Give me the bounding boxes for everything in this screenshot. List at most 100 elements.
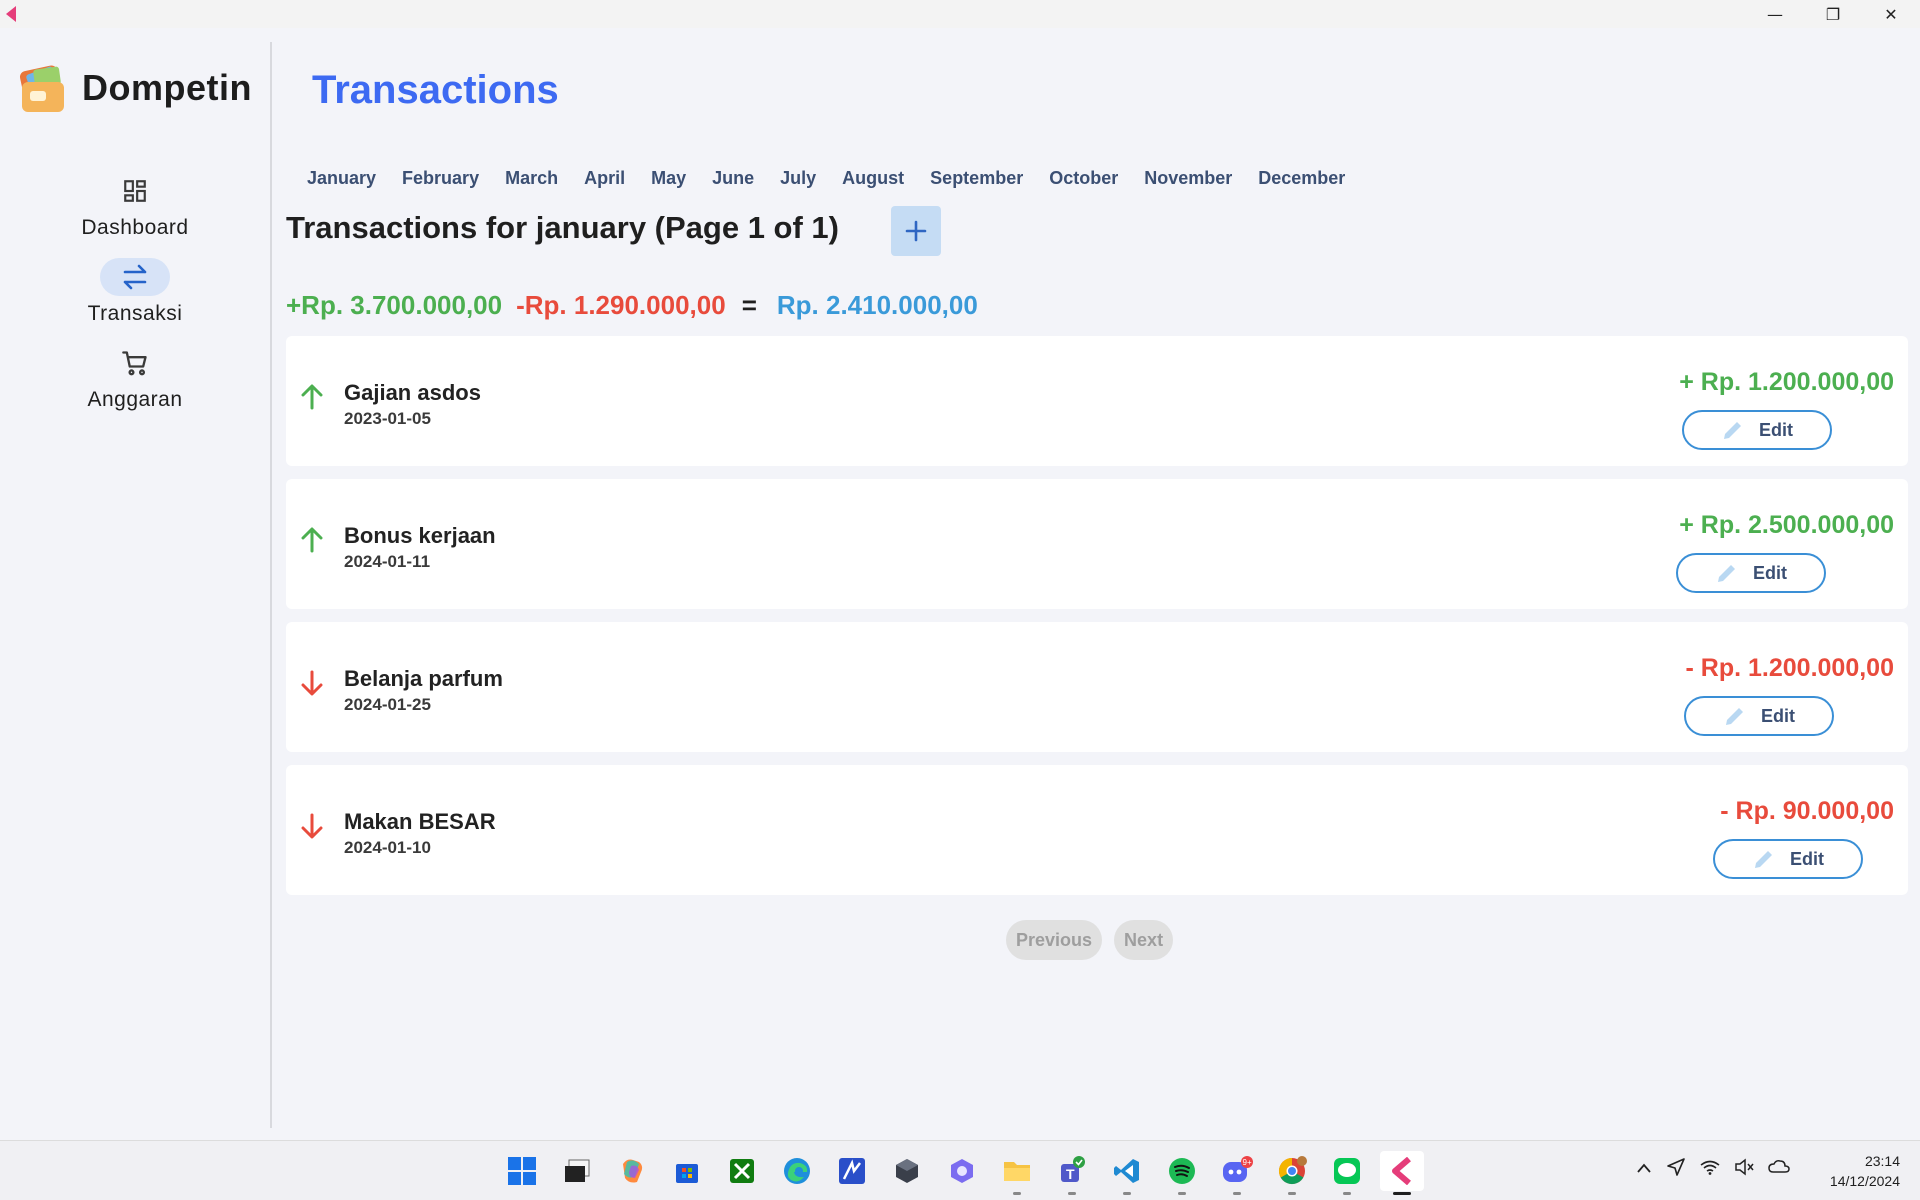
hex-app-icon[interactable]: [940, 1151, 984, 1191]
copilot-icon[interactable]: [610, 1151, 654, 1191]
transaction-name: Makan BESAR: [344, 809, 496, 834]
sidebar-item-dashboard[interactable]: Dashboard: [12, 172, 258, 240]
transaction-name: Gajian asdos: [344, 380, 481, 405]
teams-icon[interactable]: T: [1050, 1151, 1094, 1195]
transaction-name: Belanja parfum: [344, 666, 503, 691]
transaction-list: Gajian asdos 2023-01-05 + Rp. 1.200.000,…: [286, 336, 1908, 908]
transaction-name: Bonus kerjaan: [344, 523, 496, 548]
edit-label: Edit: [1753, 562, 1787, 583]
arrow-down-icon: [301, 813, 323, 839]
restore-button[interactable]: ❐: [1804, 0, 1862, 28]
pen-app-icon[interactable]: [830, 1151, 874, 1191]
vscode-icon[interactable]: [1105, 1151, 1149, 1195]
arrow-up-icon: [301, 384, 323, 410]
file-explorer-icon[interactable]: [995, 1151, 1039, 1195]
spotify-icon[interactable]: [1160, 1151, 1204, 1195]
balance-total: Rp. 2.410.000,00: [776, 290, 978, 320]
windows-start-icon[interactable]: [500, 1151, 544, 1191]
wallet-logo-icon: [18, 64, 66, 112]
tab-december[interactable]: December: [1245, 162, 1358, 195]
cube-app-icon[interactable]: [885, 1151, 929, 1191]
tab-june[interactable]: June: [699, 162, 767, 195]
main-content: Transactions January February March Apri…: [274, 28, 1920, 1140]
taskbar-apps: T 9+: [500, 1151, 1424, 1195]
transaction-date: 2024-01-11: [344, 552, 431, 571]
tab-october[interactable]: October: [1036, 162, 1131, 195]
edit-button[interactable]: Edit: [1713, 839, 1863, 879]
transaction-date: 2024-01-10: [344, 838, 431, 857]
sidebar-item-label: Dashboard: [81, 216, 189, 239]
store-icon[interactable]: [665, 1151, 709, 1191]
list-item: Belanja parfum 2024-01-25 - Rp. 1.200.00…: [286, 622, 1908, 752]
tab-february[interactable]: February: [389, 162, 492, 195]
next-button[interactable]: Next: [1114, 920, 1174, 960]
section-title: Transactions for january (Page 1 of 1): [286, 210, 839, 245]
dompetin-app-icon[interactable]: [1380, 1151, 1424, 1195]
taskbar: T 9+ 23:14 14/12/2024: [0, 1140, 1920, 1200]
svg-text:9+: 9+: [1243, 1158, 1252, 1167]
location-icon[interactable]: [1666, 1157, 1686, 1182]
plus-icon: [905, 220, 927, 242]
tab-july[interactable]: July: [767, 162, 829, 195]
previous-button[interactable]: Previous: [1006, 920, 1103, 960]
transaction-amount: + Rp. 1.200.000,00: [1679, 368, 1894, 396]
pencil-icon: [1755, 851, 1772, 868]
page-title: Transactions: [312, 68, 559, 112]
transaction-date: 2023-01-05: [344, 409, 431, 428]
summary: +Rp. 3.700.000,00 -Rp. 1.290.000,00 = Rp…: [286, 290, 978, 321]
brand-name: Dompetin: [82, 67, 252, 108]
list-item: Makan BESAR 2024-01-10 - Rp. 90.000,00 E…: [286, 765, 1908, 895]
file-stack-icon[interactable]: [555, 1151, 599, 1191]
expense-total: -Rp. 1.290.000,00: [516, 290, 726, 320]
add-transaction-button[interactable]: [891, 206, 941, 256]
transaction-amount: - Rp. 90.000,00: [1720, 797, 1894, 825]
svg-text:T: T: [1066, 1166, 1075, 1182]
edit-button[interactable]: Edit: [1684, 696, 1834, 736]
system-clock[interactable]: 23:14 14/12/2024: [1830, 1151, 1900, 1191]
tab-march[interactable]: March: [492, 162, 571, 195]
transaction-amount: + Rp. 2.500.000,00: [1679, 511, 1894, 539]
sidebar-item-label: Transaksi: [87, 302, 183, 325]
title-bar: — ❐ ✕: [0, 0, 1920, 28]
window-controls: — ❐ ✕: [1746, 0, 1920, 28]
minimize-button[interactable]: —: [1746, 0, 1804, 28]
tab-september[interactable]: September: [917, 162, 1036, 195]
pencil-icon: [1724, 422, 1741, 439]
sidebar: Dompetin Dashboard Transaksi Anggaran: [12, 42, 272, 1128]
chevron-up-icon[interactable]: [1636, 1161, 1652, 1179]
onedrive-sync-icon[interactable]: [1768, 1158, 1790, 1181]
volume-muted-icon[interactable]: [1734, 1158, 1754, 1181]
edit-button[interactable]: Edit: [1682, 410, 1832, 450]
sidebar-item-transaksi[interactable]: Transaksi: [12, 258, 258, 326]
clock-date: 14/12/2024: [1829, 1173, 1900, 1189]
equals-sign: =: [741, 290, 757, 320]
list-item: Bonus kerjaan 2024-01-11 + Rp. 2.500.000…: [286, 479, 1908, 609]
tab-may[interactable]: May: [638, 162, 699, 195]
edit-label: Edit: [1759, 419, 1793, 440]
arrow-down-icon: [301, 670, 323, 696]
edit-label: Edit: [1761, 705, 1795, 726]
transaction-date: 2024-01-25: [344, 695, 431, 714]
pagination: Previous Next: [1006, 920, 1174, 960]
discord-icon[interactable]: 9+: [1215, 1151, 1259, 1195]
income-total: +Rp. 3.700.000,00: [286, 290, 503, 320]
chrome-icon[interactable]: [1270, 1151, 1314, 1195]
tab-january[interactable]: January: [294, 162, 389, 195]
app-logo-icon: [6, 6, 16, 22]
tab-november[interactable]: November: [1131, 162, 1245, 195]
wifi-icon[interactable]: [1700, 1159, 1720, 1180]
pencil-icon: [1718, 565, 1735, 582]
xbox-icon[interactable]: [720, 1151, 764, 1191]
brand: Dompetin: [18, 64, 252, 112]
sidebar-item-anggaran[interactable]: Anggaran: [12, 344, 258, 412]
edge-icon[interactable]: [775, 1151, 819, 1191]
pencil-icon: [1726, 708, 1743, 725]
cart-icon: [100, 344, 170, 382]
system-tray: [1636, 1157, 1790, 1182]
tab-august[interactable]: August: [829, 162, 917, 195]
close-button[interactable]: ✕: [1862, 0, 1920, 28]
tab-april[interactable]: April: [571, 162, 638, 195]
edit-button[interactable]: Edit: [1676, 553, 1826, 593]
line-icon[interactable]: [1325, 1151, 1369, 1195]
edit-label: Edit: [1790, 848, 1824, 869]
